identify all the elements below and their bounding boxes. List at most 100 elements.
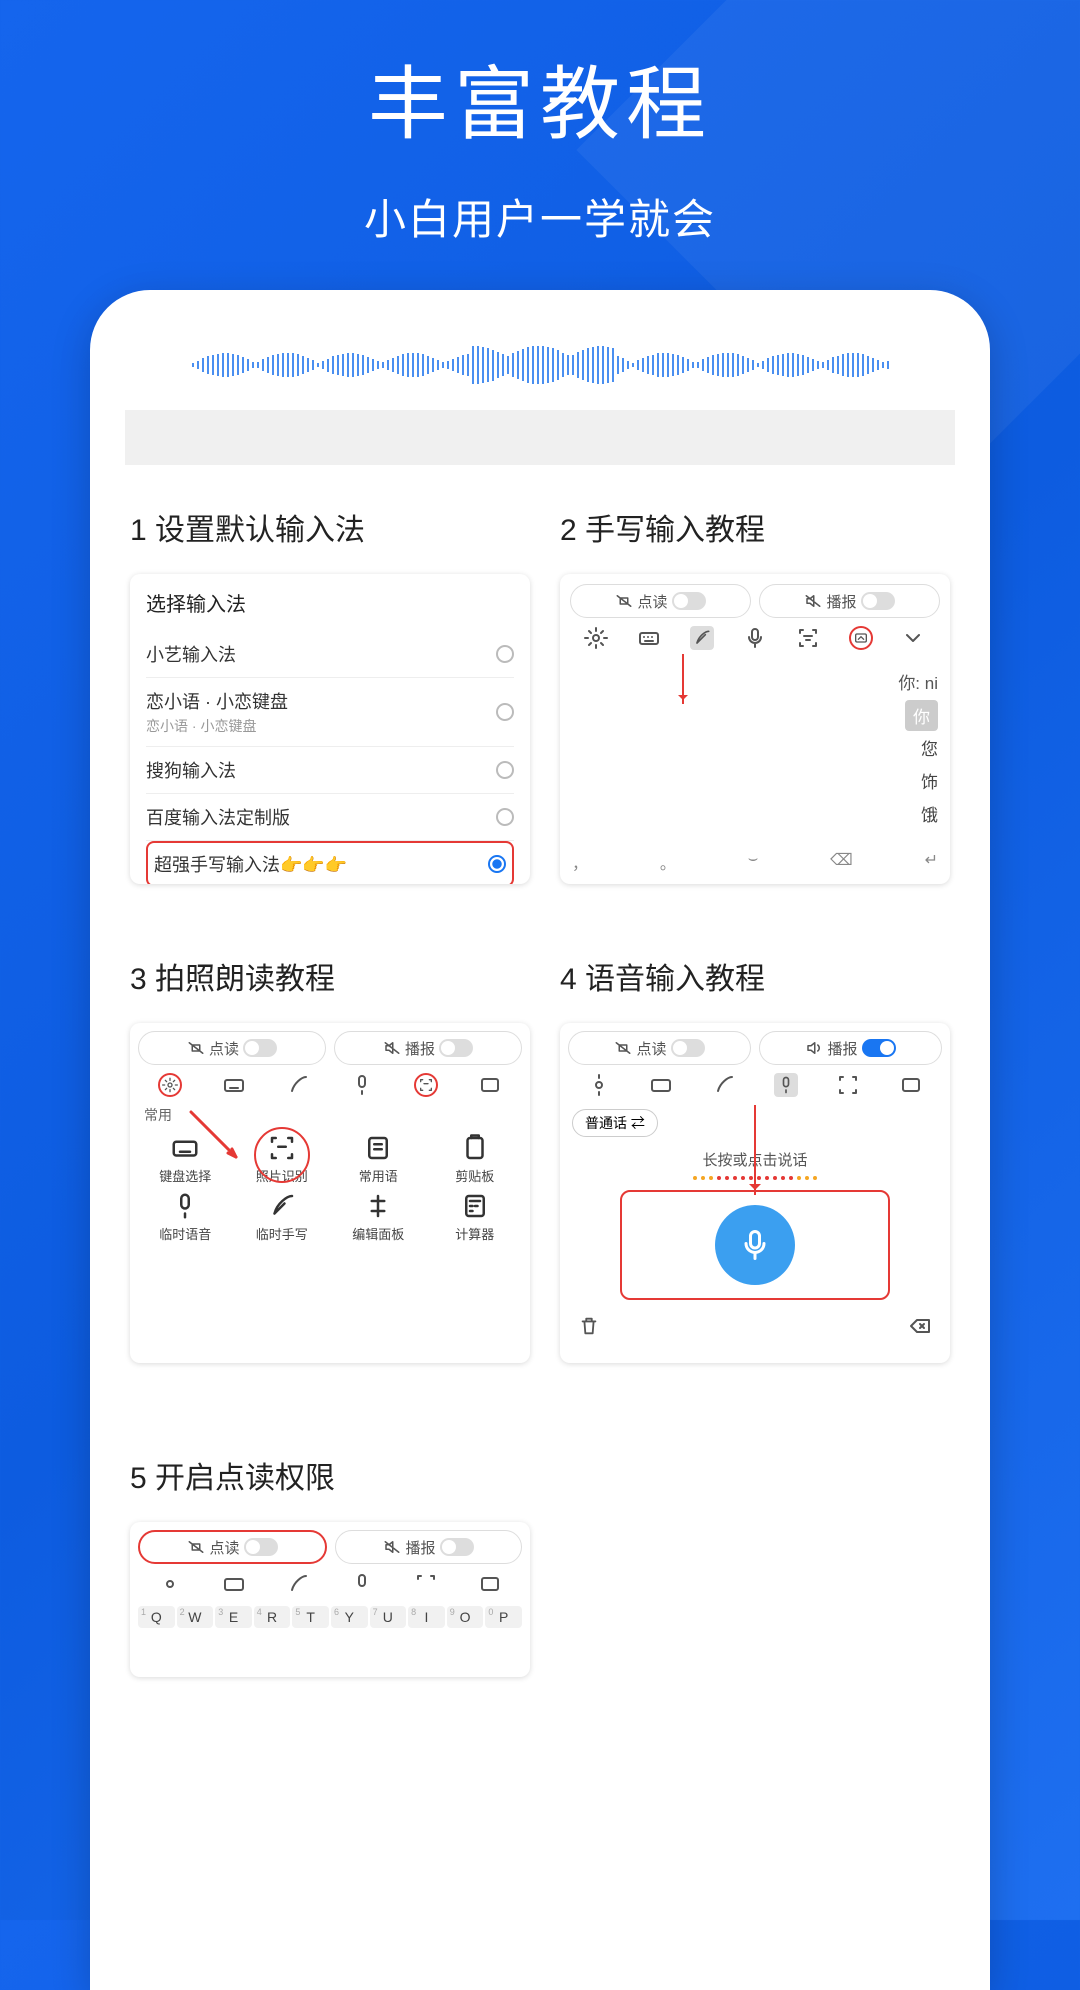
keyboard-icon[interactable] bbox=[222, 1073, 246, 1097]
gear-icon[interactable] bbox=[158, 1073, 182, 1097]
tool-cursor[interactable]: 编辑面板 bbox=[333, 1191, 424, 1243]
candidate-char[interactable]: 饿 bbox=[898, 797, 938, 830]
keyboard-toolbar bbox=[570, 618, 940, 656]
radio-icon bbox=[496, 761, 514, 779]
keyboard-icon[interactable] bbox=[637, 626, 661, 650]
mic-icon[interactable] bbox=[350, 1572, 374, 1596]
ime-option[interactable]: 搜狗输入法 bbox=[146, 747, 514, 794]
key-O[interactable]: 9O bbox=[447, 1606, 484, 1628]
scan-icon[interactable] bbox=[836, 1073, 860, 1097]
tutorial-4-title: 4 语音输入教程 bbox=[560, 954, 950, 998]
waveform-decoration bbox=[120, 340, 960, 390]
calc-icon bbox=[460, 1191, 490, 1221]
candidate-char[interactable]: 你 bbox=[905, 700, 938, 731]
broadcast-toggle[interactable]: 播报 bbox=[335, 1530, 522, 1564]
cursor-icon bbox=[363, 1191, 393, 1221]
radio-icon bbox=[488, 855, 506, 873]
ime-option[interactable]: 恋小语 · 小恋键盘恋小语 · 小恋键盘 bbox=[146, 678, 514, 747]
toggle-icon bbox=[672, 592, 706, 610]
broadcast-toggle[interactable]: 播报 bbox=[759, 584, 940, 618]
key-T[interactable]: 5T bbox=[292, 1606, 329, 1628]
scan-icon[interactable] bbox=[414, 1073, 438, 1097]
red-arrow-icon bbox=[754, 1105, 756, 1195]
mic-icon[interactable] bbox=[774, 1073, 798, 1097]
gear-icon[interactable] bbox=[158, 1572, 182, 1596]
scan-icon[interactable] bbox=[796, 626, 820, 650]
mic-icon[interactable] bbox=[743, 626, 767, 650]
tool-scan[interactable]: 照片识别 bbox=[237, 1133, 328, 1185]
tutorial-1: 1 设置默认输入法 选择输入法 小艺输入法恋小语 · 小恋键盘恋小语 · 小恋键… bbox=[130, 505, 530, 884]
backspace-icon[interactable] bbox=[908, 1314, 932, 1343]
mic-highlight-box bbox=[620, 1190, 890, 1300]
tap-read-toggle[interactable]: 点读 bbox=[138, 1031, 326, 1065]
keyboard-icon[interactable] bbox=[649, 1073, 673, 1097]
chevron-down-icon[interactable] bbox=[901, 626, 925, 650]
tutorial-2: 2 手写输入教程 点读 播报 bbox=[560, 505, 950, 884]
key-Y[interactable]: 6Y bbox=[331, 1606, 368, 1628]
key-E[interactable]: 3E bbox=[215, 1606, 252, 1628]
tutorial-3-title: 3 拍照朗读教程 bbox=[130, 954, 530, 998]
tool-note[interactable]: 常用语 bbox=[333, 1133, 424, 1185]
key-Q[interactable]: 1Q bbox=[138, 1606, 175, 1628]
tutorial-1-thumb: 选择输入法 小艺输入法恋小语 · 小恋键盘恋小语 · 小恋键盘搜狗输入法百度输入… bbox=[130, 574, 530, 884]
ime-selector-heading: 选择输入法 bbox=[146, 588, 514, 617]
toggle-icon bbox=[861, 592, 895, 610]
key-W[interactable]: 2W bbox=[177, 1606, 214, 1628]
ime-option[interactable]: 小艺输入法 bbox=[146, 631, 514, 678]
symbol-key[interactable]: ⌣ bbox=[748, 850, 759, 874]
tool-mic[interactable]: 临时语音 bbox=[140, 1191, 231, 1243]
feather-icon[interactable] bbox=[712, 1073, 736, 1097]
key-I[interactable]: 8I bbox=[408, 1606, 445, 1628]
symbol-key[interactable]: 。 bbox=[660, 850, 676, 874]
mic-icon bbox=[170, 1191, 200, 1221]
tap-read-toggle[interactable]: 点读 bbox=[568, 1031, 751, 1065]
broadcast-toggle[interactable]: 播报 bbox=[334, 1031, 522, 1065]
key-P[interactable]: 0P bbox=[485, 1606, 522, 1628]
tap-read-toggle[interactable]: 点读 bbox=[570, 584, 751, 618]
symbol-key[interactable]: ↵ bbox=[925, 850, 938, 874]
candidate-char[interactable]: 您 bbox=[898, 731, 938, 764]
language-selector[interactable]: 普通话 ⇄ bbox=[572, 1109, 658, 1137]
trash-icon[interactable] bbox=[578, 1315, 600, 1342]
key-U[interactable]: 7U bbox=[370, 1606, 407, 1628]
key-R[interactable]: 4R bbox=[254, 1606, 291, 1628]
tool-calc[interactable]: 计算器 bbox=[430, 1191, 521, 1243]
collapse-icon[interactable] bbox=[478, 1073, 502, 1097]
feather-icon[interactable] bbox=[286, 1073, 310, 1097]
tap-read-toggle[interactable]: 点读 bbox=[138, 1530, 327, 1564]
symbol-key[interactable]: ， bbox=[572, 850, 588, 874]
ime-option[interactable]: 百度输入法定制版 bbox=[146, 794, 514, 841]
feather-icon[interactable] bbox=[286, 1572, 310, 1596]
tool-clipboard[interactable]: 剪贴板 bbox=[430, 1133, 521, 1185]
voice-mic-button[interactable] bbox=[715, 1205, 795, 1285]
collapse-icon[interactable] bbox=[849, 626, 873, 650]
tutorial-3-thumb: 点读 播报 常用 键盘选择照片识别常用语剪贴板临时语音临时手写编辑 bbox=[130, 1023, 530, 1363]
scan-icon bbox=[267, 1133, 297, 1163]
feather-icon[interactable] bbox=[690, 626, 714, 650]
tutorial-5-title: 5 开启点读权限 bbox=[130, 1453, 530, 1497]
tutorial-4: 4 语音输入教程 点读 播报 bbox=[560, 954, 950, 1363]
radio-icon bbox=[496, 645, 514, 663]
tool-feather[interactable]: 临时手写 bbox=[237, 1191, 328, 1243]
tutorial-1-title: 1 设置默认输入法 bbox=[130, 505, 530, 549]
keyboard-icon[interactable] bbox=[222, 1572, 246, 1596]
phone-mockup: 1 设置默认输入法 选择输入法 小艺输入法恋小语 · 小恋键盘恋小语 · 小恋键… bbox=[90, 290, 990, 1990]
collapse-icon[interactable] bbox=[899, 1073, 923, 1097]
candidate-char[interactable]: 饰 bbox=[898, 764, 938, 797]
scan-icon[interactable] bbox=[414, 1572, 438, 1596]
feather-icon bbox=[267, 1191, 297, 1221]
ime-option[interactable]: 超强手写输入法👉👉👉 bbox=[146, 841, 514, 884]
symbol-key[interactable]: ⌫ bbox=[830, 850, 853, 874]
broadcast-toggle[interactable]: 播报 bbox=[759, 1031, 942, 1065]
red-arrow-icon bbox=[682, 654, 684, 704]
gear-icon[interactable] bbox=[587, 1073, 611, 1097]
red-arrow-icon bbox=[186, 1107, 246, 1167]
collapse-icon[interactable] bbox=[478, 1572, 502, 1596]
placeholder-bar bbox=[125, 410, 955, 465]
tutorial-2-title: 2 手写输入教程 bbox=[560, 505, 950, 549]
gear-icon[interactable] bbox=[584, 626, 608, 650]
tutorial-2-thumb: 点读 播报 bbox=[560, 574, 950, 884]
mic-icon[interactable] bbox=[350, 1073, 374, 1097]
radio-icon bbox=[496, 808, 514, 826]
tutorial-3: 3 拍照朗读教程 点读 播报 bbox=[130, 954, 530, 1363]
